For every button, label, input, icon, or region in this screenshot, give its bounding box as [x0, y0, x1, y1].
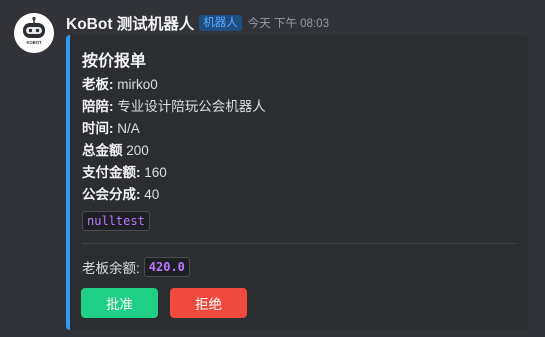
embed-divider: [82, 243, 516, 244]
field-companion: 陪陪: 专业设计陪玩公会机器人: [82, 96, 266, 118]
bot-name[interactable]: KoBot 测试机器人: [66, 12, 194, 34]
field-value: N/A: [117, 121, 140, 136]
field-guild-share: 公会分成: 40: [82, 184, 266, 206]
balance-row: 老板余额: 420.0: [82, 257, 190, 277]
field-label: 总金额: [82, 143, 123, 158]
embed-fields: 老板: mirko0 陪陪: 专业设计陪玩公会机器人 时间: N/A 总金额 2…: [82, 74, 266, 206]
bot-avatar[interactable]: KOBOT: [14, 13, 54, 53]
field-label: 陪陪:: [82, 99, 114, 114]
field-boss: 老板: mirko0: [82, 74, 266, 96]
field-value: 160: [144, 165, 167, 180]
field-paid-amount: 支付金额: 160: [82, 162, 266, 184]
robot-icon: KOBOT: [14, 13, 54, 53]
embed-title: 按价报单: [82, 53, 147, 70]
field-label: 支付金额:: [82, 165, 141, 180]
field-time: 时间: N/A: [82, 118, 266, 140]
bot-tag-badge: 机器人: [199, 15, 242, 31]
field-value: 40: [144, 187, 160, 202]
field-label: 公会分成:: [82, 187, 141, 202]
code-tag: nulltest: [82, 211, 150, 231]
order-embed: 按价报单 老板: mirko0 陪陪: 专业设计陪玩公会机器人 时间: N/A …: [66, 35, 528, 330]
avatar-logo-text: KOBOT: [26, 40, 42, 45]
approve-button[interactable]: 批准: [81, 288, 158, 318]
field-value: 专业设计陪玩公会机器人: [117, 99, 266, 114]
field-value: mirko0: [117, 77, 158, 92]
message-timestamp: 今天 下午 08:03: [247, 18, 329, 30]
field-label: 老板:: [82, 77, 114, 92]
field-label: 时间:: [82, 121, 114, 136]
message-header: KoBot 测试机器人 机器人 今天 下午 08:03: [66, 12, 329, 34]
balance-value: 420.0: [143, 257, 190, 277]
field-value: 200: [126, 143, 149, 158]
reject-button[interactable]: 拒绝: [170, 288, 247, 318]
field-total-amount: 总金额 200: [82, 140, 266, 162]
balance-label: 老板余额:: [82, 261, 140, 276]
embed-accent-bar: [66, 35, 70, 330]
